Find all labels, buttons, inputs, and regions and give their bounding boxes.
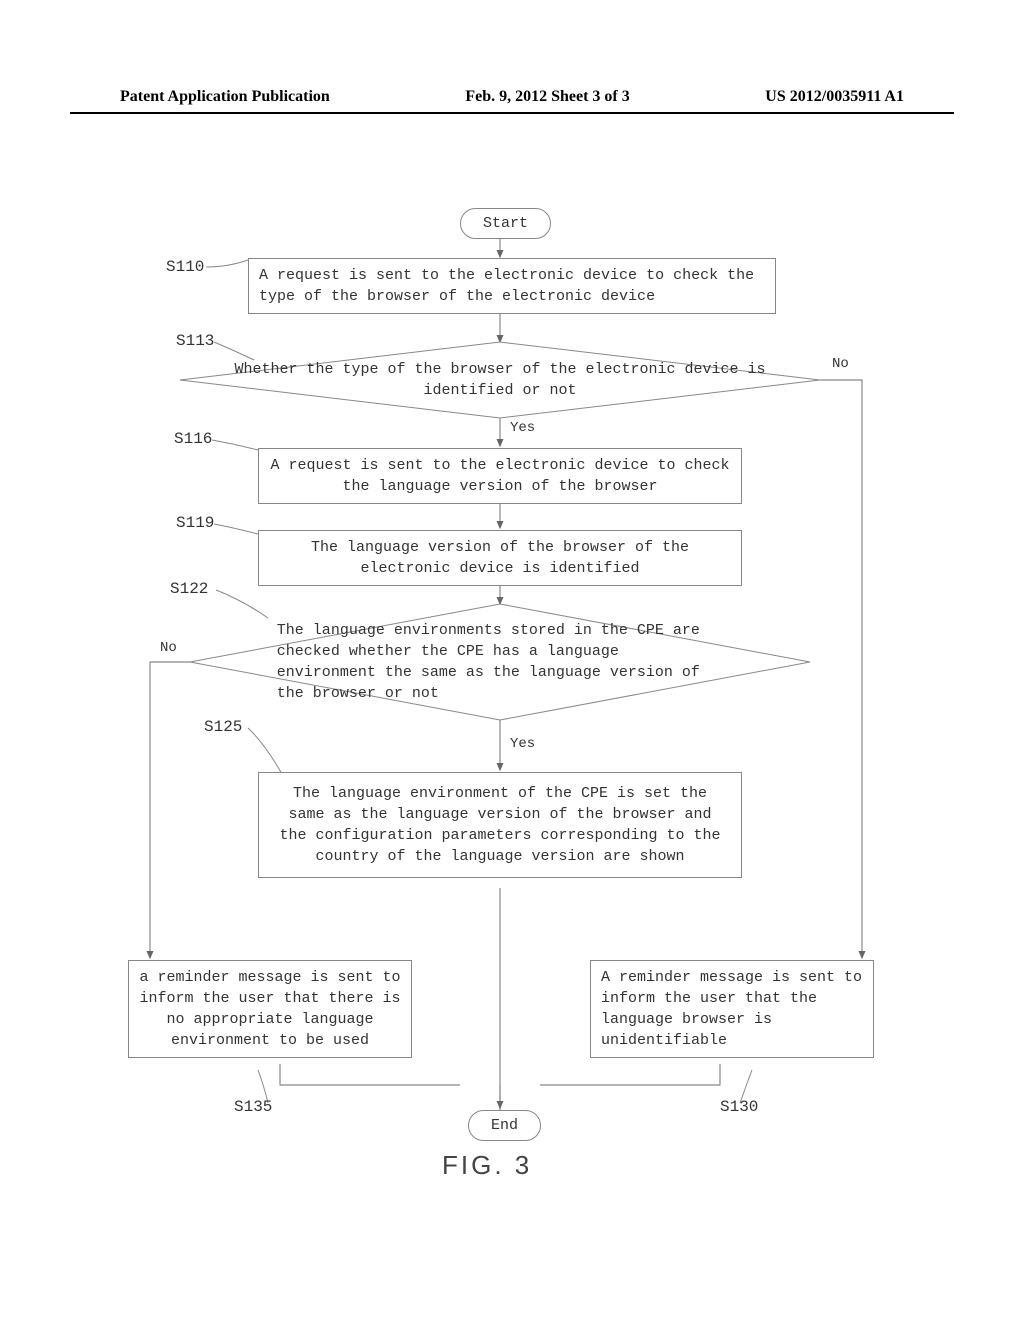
end-terminator: End: [468, 1110, 541, 1141]
tag-s125: S125: [204, 718, 242, 736]
decision-s122-text: The language environments stored in the …: [277, 620, 723, 704]
step-s125-text: The language environment of the CPE is s…: [279, 785, 720, 865]
step-s119: The language version of the browser of t…: [258, 530, 742, 586]
figure-label: FIG. 3: [442, 1150, 532, 1181]
step-s135: a reminder message is sent to inform the…: [128, 960, 412, 1058]
step-s135-text: a reminder message is sent to inform the…: [139, 969, 400, 1049]
start-terminator: Start: [460, 208, 551, 239]
tag-s113: S113: [176, 332, 214, 350]
step-s130: A reminder message is sent to inform the…: [590, 960, 874, 1058]
tag-s122: S122: [170, 580, 208, 598]
step-s116-text: A request is sent to the electronic devi…: [270, 457, 729, 495]
tag-s135: S135: [234, 1098, 272, 1116]
step-s119-text: The language version of the browser of t…: [311, 539, 689, 577]
tag-s119: S119: [176, 514, 214, 532]
step-s130-text: A reminder message is sent to inform the…: [601, 969, 862, 1049]
decision-s113: Whether the type of the browser of the e…: [180, 342, 820, 418]
tag-s130: S130: [720, 1098, 758, 1116]
tag-s116: S116: [174, 430, 212, 448]
step-s110: A request is sent to the electronic devi…: [248, 258, 776, 314]
tag-s110: S110: [166, 258, 204, 276]
step-s110-text: A request is sent to the electronic devi…: [259, 267, 754, 305]
decision-s113-text: Whether the type of the browser of the e…: [228, 359, 772, 401]
label-no-s122: No: [160, 640, 177, 656]
label-no-s113: No: [832, 356, 849, 372]
start-label: Start: [483, 215, 528, 232]
end-label: End: [491, 1117, 518, 1134]
label-yes-s122: Yes: [510, 736, 535, 752]
label-yes-s113: Yes: [510, 420, 535, 436]
decision-s122: The language environments stored in the …: [190, 604, 810, 720]
step-s125: The language environment of the CPE is s…: [258, 772, 742, 878]
step-s116: A request is sent to the electronic devi…: [258, 448, 742, 504]
